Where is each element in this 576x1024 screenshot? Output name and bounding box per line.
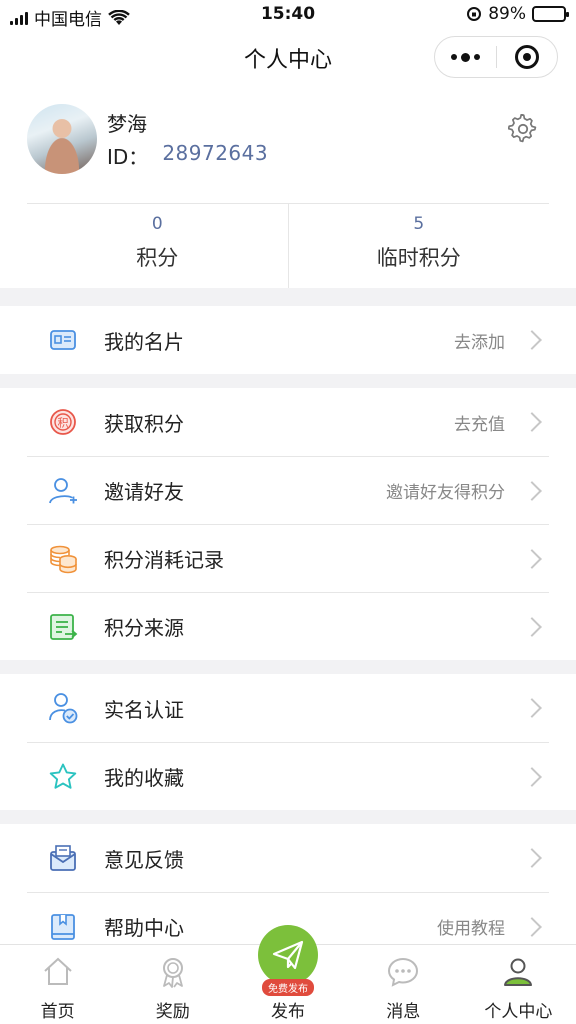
menu-item-label: 获取积分 bbox=[104, 411, 184, 436]
menu-item-label: 我的收藏 bbox=[104, 766, 184, 790]
menu-item-label: 积分来源 bbox=[104, 616, 184, 640]
tab-home[interactable]: 首页 bbox=[0, 945, 115, 1024]
mini-program-capsule bbox=[434, 36, 558, 78]
profile-card: 梦海 ID： 28972643 0 积分 5 临时积分 bbox=[0, 84, 576, 288]
menu-item-points-source[interactable]: 积分来源 bbox=[27, 592, 549, 660]
avatar[interactable] bbox=[27, 104, 97, 174]
free-publish-badge: 免费发布 bbox=[262, 979, 314, 996]
chevron-right-icon bbox=[522, 330, 542, 350]
chevron-right-icon bbox=[522, 698, 542, 718]
menu-item-points-record[interactable]: 积分消耗记录 bbox=[27, 524, 549, 592]
tab-label: 个人中心 bbox=[484, 1002, 553, 1022]
chevron-right-icon bbox=[522, 848, 542, 868]
menu-item-label: 积分消耗记录 bbox=[104, 548, 224, 572]
home-icon bbox=[43, 957, 72, 985]
menu-group-card: 我的名片 去添加 bbox=[0, 306, 576, 374]
menu-item-invite-friends[interactable]: 邀请好友 邀请好友得积分 bbox=[27, 456, 549, 524]
publish-button[interactable] bbox=[258, 925, 318, 985]
tab-award[interactable]: 奖励 bbox=[115, 945, 230, 1024]
message-icon bbox=[388, 957, 419, 987]
menu-item-label: 意见反馈 bbox=[104, 847, 184, 872]
battery-icon bbox=[532, 6, 569, 22]
tab-profile[interactable]: 个人中心 bbox=[461, 945, 576, 1024]
tab-label: 消息 bbox=[386, 1002, 421, 1022]
business-card-icon bbox=[48, 325, 78, 355]
profile-icon bbox=[504, 958, 533, 986]
menu-item-hint: 使用教程 bbox=[437, 919, 505, 939]
stat-value: 0 bbox=[151, 214, 163, 234]
chevron-right-icon bbox=[522, 548, 542, 569]
stat-temp-points[interactable]: 5 临时积分 bbox=[287, 204, 550, 288]
menu-item-hint: 去充值 bbox=[454, 414, 505, 435]
rotation-lock-icon bbox=[467, 7, 482, 21]
menu-item-favorites[interactable]: 我的收藏 bbox=[27, 742, 549, 810]
settings-gear-icon[interactable] bbox=[508, 114, 538, 144]
menu-item-business-card[interactable]: 我的名片 去添加 bbox=[27, 306, 549, 374]
menu-item-label: 实名认证 bbox=[104, 697, 184, 722]
menu-group-account: 实名认证 我的收藏 bbox=[0, 674, 576, 810]
user-id: ID： 28972643 bbox=[107, 141, 268, 170]
paper-plane-icon bbox=[272, 940, 304, 970]
more-dots-icon bbox=[450, 52, 480, 62]
menu-group-points: 积 获取积分 去充值 邀请好友 邀请好友得积分 积分消耗记录 积分来源 bbox=[0, 388, 576, 660]
tab-message[interactable]: 消息 bbox=[346, 945, 461, 1024]
tab-label: 首页 bbox=[40, 1002, 75, 1022]
stat-label: 临时积分 bbox=[376, 246, 461, 270]
user-name: 梦海 bbox=[107, 112, 147, 136]
stat-label: 积分 bbox=[136, 246, 179, 270]
menu-item-hint: 邀请好友得积分 bbox=[386, 483, 505, 503]
menu-item-label: 邀请好友 bbox=[104, 480, 184, 504]
chevron-right-icon bbox=[522, 412, 542, 432]
status-right: 89% bbox=[466, 4, 569, 24]
verified-user-icon bbox=[48, 693, 78, 724]
user-id-label: ID： bbox=[107, 145, 149, 169]
more-button[interactable] bbox=[435, 37, 496, 77]
menu-item-real-name[interactable]: 实名认证 bbox=[27, 674, 549, 742]
invite-user-icon bbox=[48, 476, 78, 506]
nav-bar: 个人中心 bbox=[0, 30, 576, 84]
coins-icon bbox=[48, 544, 78, 574]
stat-value: 5 bbox=[413, 214, 425, 234]
help-book-icon bbox=[48, 912, 78, 942]
points-source-icon bbox=[48, 612, 78, 642]
chevron-right-icon bbox=[522, 766, 542, 787]
points-icon: 积 bbox=[48, 407, 78, 437]
stats-bar: 0 积分 5 临时积分 bbox=[27, 203, 549, 288]
star-icon bbox=[48, 762, 78, 792]
chevron-right-icon bbox=[522, 616, 542, 637]
tab-bar: 首页 奖励 免费发布 发布 消息 个人中心 bbox=[0, 925, 576, 1024]
tab-publish[interactable]: 免费发布 发布 bbox=[230, 925, 345, 1024]
tab-label: 发布 bbox=[271, 1002, 305, 1022]
chevron-right-icon bbox=[522, 480, 542, 501]
menu-item-get-points[interactable]: 积 获取积分 去充值 bbox=[27, 388, 549, 456]
svg-text:积: 积 bbox=[58, 417, 69, 430]
stat-points[interactable]: 0 积分 bbox=[27, 204, 288, 288]
menu-item-label: 我的名片 bbox=[104, 329, 184, 354]
menu-item-hint: 去添加 bbox=[454, 332, 505, 353]
award-icon bbox=[162, 958, 183, 988]
tab-label: 奖励 bbox=[155, 1002, 190, 1022]
close-miniprogram-button[interactable] bbox=[497, 37, 558, 77]
feedback-mail-icon bbox=[48, 843, 78, 873]
battery-percent: 89% bbox=[488, 4, 526, 24]
menu-item-feedback[interactable]: 意见反馈 bbox=[27, 824, 549, 892]
chevron-right-icon bbox=[522, 916, 542, 937]
close-target-icon bbox=[514, 45, 539, 69]
status-bar: 中国电信 15:40 89% bbox=[0, 0, 576, 30]
user-id-value: 28972643 bbox=[162, 141, 269, 165]
